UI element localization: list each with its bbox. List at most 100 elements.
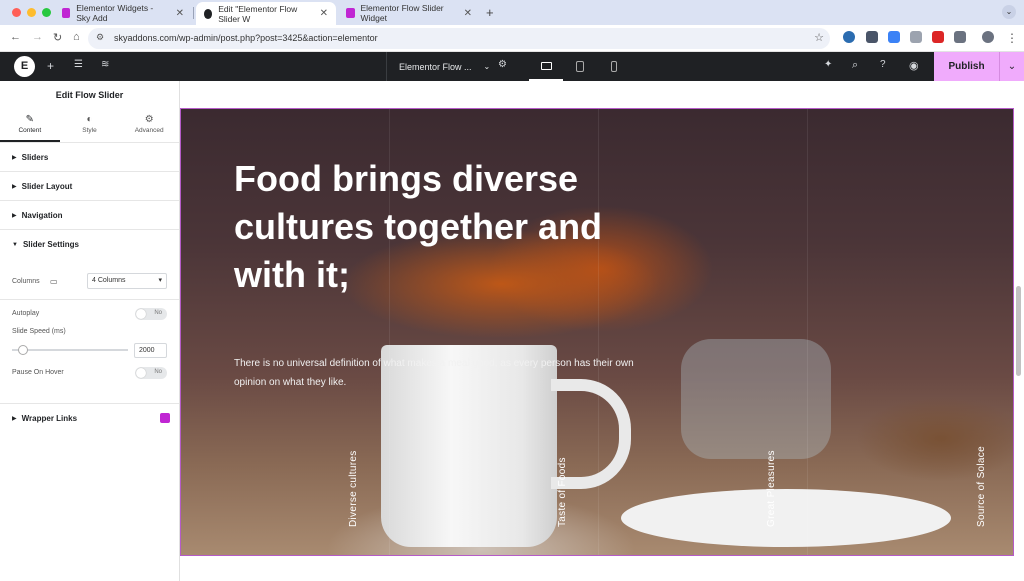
slide-label[interactable]: Source of Solace	[976, 446, 987, 527]
slide-label[interactable]: Diverse cultures	[348, 451, 359, 528]
address-bar-row: ← → ↻ ⌂ ⚙ skyaddons.com/wp-admin/post.ph…	[0, 25, 1024, 52]
chevron-down-icon: ⌄	[483, 62, 491, 71]
contrast-icon: ◐	[86, 114, 93, 125]
site-settings-icon[interactable]: ☰	[74, 59, 83, 70]
back-icon[interactable]: ←	[10, 31, 21, 43]
columns-select[interactable]: 4 Columns ▾	[87, 273, 167, 289]
cookie-plate-image	[621, 489, 951, 547]
puzzle-extensions-icon[interactable]	[954, 31, 966, 43]
tab-label: Advanced	[134, 127, 164, 134]
url-bar[interactable]: ⚙ skyaddons.com/wp-admin/post.php?post=3…	[88, 28, 830, 49]
mobile-view-button[interactable]	[597, 52, 631, 81]
pencil-icon: ✎	[25, 114, 35, 125]
section-title: Slider Layout	[21, 181, 73, 191]
tab-style[interactable]: ◐ Style	[60, 109, 120, 142]
toggle-state: No	[154, 310, 162, 316]
browser-menu-icon[interactable]: ⋮	[1006, 31, 1018, 45]
tab-search-icon[interactable]: ⌄	[1002, 5, 1016, 19]
skyaddons-favicon-icon	[62, 8, 71, 18]
section-title: Slider Settings	[22, 240, 79, 249]
skyaddons-favicon-icon	[346, 8, 355, 18]
close-window-button[interactable]	[12, 8, 21, 17]
notifications-rocket-icon[interactable]: ✦	[824, 59, 832, 70]
elementor-logo-icon[interactable]: E	[14, 56, 35, 77]
pause-on-hover-label: Pause On Hover	[12, 369, 64, 376]
url-text: skyaddons.com/wp-admin/post.php?post=342…	[114, 33, 378, 43]
slide-headline: Food brings diverse cultures together an…	[234, 158, 603, 295]
columns-value: 4 Columns	[92, 277, 126, 284]
bookmark-star-icon[interactable]: ☆	[814, 31, 824, 44]
browser-tab-bar: Elementor Widgets - Sky Add ✕ Edit "Elem…	[0, 0, 1024, 25]
desktop-view-button[interactable]	[529, 52, 563, 81]
tab-content[interactable]: ✎ Content	[0, 109, 60, 142]
publish-options-chevron-icon[interactable]: ⌄	[999, 52, 1024, 81]
zoom-window-button[interactable]	[42, 8, 51, 17]
slide-speed-label: Slide Speed (ms)	[12, 328, 66, 335]
structure-layers-icon[interactable]: ≋	[101, 59, 109, 70]
slide-label[interactable]: Great Pleasures	[766, 450, 777, 527]
autoplay-label: Autoplay	[12, 310, 40, 317]
forward-icon[interactable]: →	[32, 31, 43, 43]
site-info-icon[interactable]: ⚙	[96, 32, 104, 43]
close-tab-icon[interactable]: ✕	[312, 8, 328, 19]
tab-title: Elementor Widgets - Sky Add	[76, 3, 154, 23]
document-title: Elementor Flow ...	[399, 61, 472, 72]
tablet-view-button[interactable]	[563, 52, 597, 81]
panel-tabs: ✎ Content ◐ Style ⚙ Advanced	[0, 109, 179, 143]
pause-on-hover-toggle[interactable]: No	[135, 367, 167, 379]
slide-speed-slider-handle[interactable]	[18, 345, 28, 355]
browser-tab[interactable]: Elementor Widgets - Sky Add ✕	[54, 3, 192, 23]
add-element-icon[interactable]: +	[47, 59, 54, 73]
section-title: Sliders	[21, 152, 49, 162]
close-tab-icon[interactable]: ✕	[168, 8, 184, 19]
tab-advanced[interactable]: ⚙ Advanced	[119, 109, 179, 142]
gear-icon: ⚙	[144, 114, 154, 125]
browser-tab[interactable]: Elementor Flow Slider Widget ✕	[338, 3, 480, 23]
section-title: Wrapper Links	[21, 414, 78, 423]
help-icon[interactable]: ?	[880, 59, 886, 70]
profile-avatar-icon[interactable]	[982, 31, 994, 43]
columns-label: Columns	[12, 278, 40, 285]
tab-title: Elementor Flow Slider Widget	[360, 3, 444, 23]
tab-title: Edit "Elementor Flow Slider W	[218, 3, 298, 24]
coffee-jar-image	[681, 339, 831, 459]
mobile-icon	[611, 61, 617, 72]
minimize-window-button[interactable]	[27, 8, 36, 17]
close-tab-icon[interactable]: ✕	[456, 8, 472, 19]
slide-speed-slider-track[interactable]	[12, 349, 128, 351]
new-tab-button[interactable]: +	[486, 5, 494, 20]
autoplay-toggle[interactable]: No	[135, 308, 167, 320]
window-controls	[12, 8, 51, 17]
responsive-desktop-icon[interactable]: ▭	[50, 277, 58, 286]
caret-right-icon: ▶	[12, 183, 17, 190]
skyaddons-badge-icon	[160, 413, 170, 423]
publish-button[interactable]: Publish	[934, 52, 999, 81]
extension-icon[interactable]	[843, 31, 855, 43]
section-slider-settings[interactable]: ▼ Slider Settings	[0, 230, 179, 259]
section-slider-layout[interactable]: ▶ Slider Layout	[0, 172, 179, 201]
shield-extension-icon[interactable]	[866, 31, 878, 43]
browser-tab-active[interactable]: Edit "Elementor Flow Slider W ✕	[196, 2, 336, 25]
reload-icon[interactable]: ↻	[53, 31, 62, 44]
extension-icon[interactable]	[932, 31, 944, 43]
section-wrapper-links[interactable]: ▶ Wrapper Links	[0, 404, 179, 433]
toggle-state: No	[154, 369, 162, 375]
canvas-scrollbar[interactable]	[1016, 286, 1021, 376]
elementor-favicon-icon	[204, 8, 213, 19]
extension-icon[interactable]	[910, 31, 922, 43]
caret-down-icon: ▾	[158, 277, 162, 284]
tab-label: Content	[18, 127, 42, 134]
translate-extension-icon[interactable]	[888, 31, 900, 43]
page-settings-gear-icon[interactable]: ⚙	[498, 59, 507, 70]
preview-eye-icon[interactable]: ◉	[909, 59, 919, 72]
slide-label[interactable]: Taste of Foods	[557, 457, 568, 527]
slide-speed-input[interactable]: 2000	[134, 343, 167, 358]
tablet-icon	[576, 61, 584, 72]
home-icon[interactable]: ⌂	[73, 31, 80, 43]
section-sliders[interactable]: ▶ Sliders	[0, 143, 179, 172]
section-navigation[interactable]: ▶ Navigation	[0, 201, 179, 230]
search-icon[interactable]: ⌕	[852, 59, 858, 72]
widget-settings-panel: Edit Flow Slider ✎ Content ◐ Style ⚙ Adv…	[0, 81, 180, 581]
flow-slider-widget[interactable]: Food brings diverse cultures together an…	[180, 108, 1014, 556]
caret-right-icon: ▶	[12, 416, 17, 422]
